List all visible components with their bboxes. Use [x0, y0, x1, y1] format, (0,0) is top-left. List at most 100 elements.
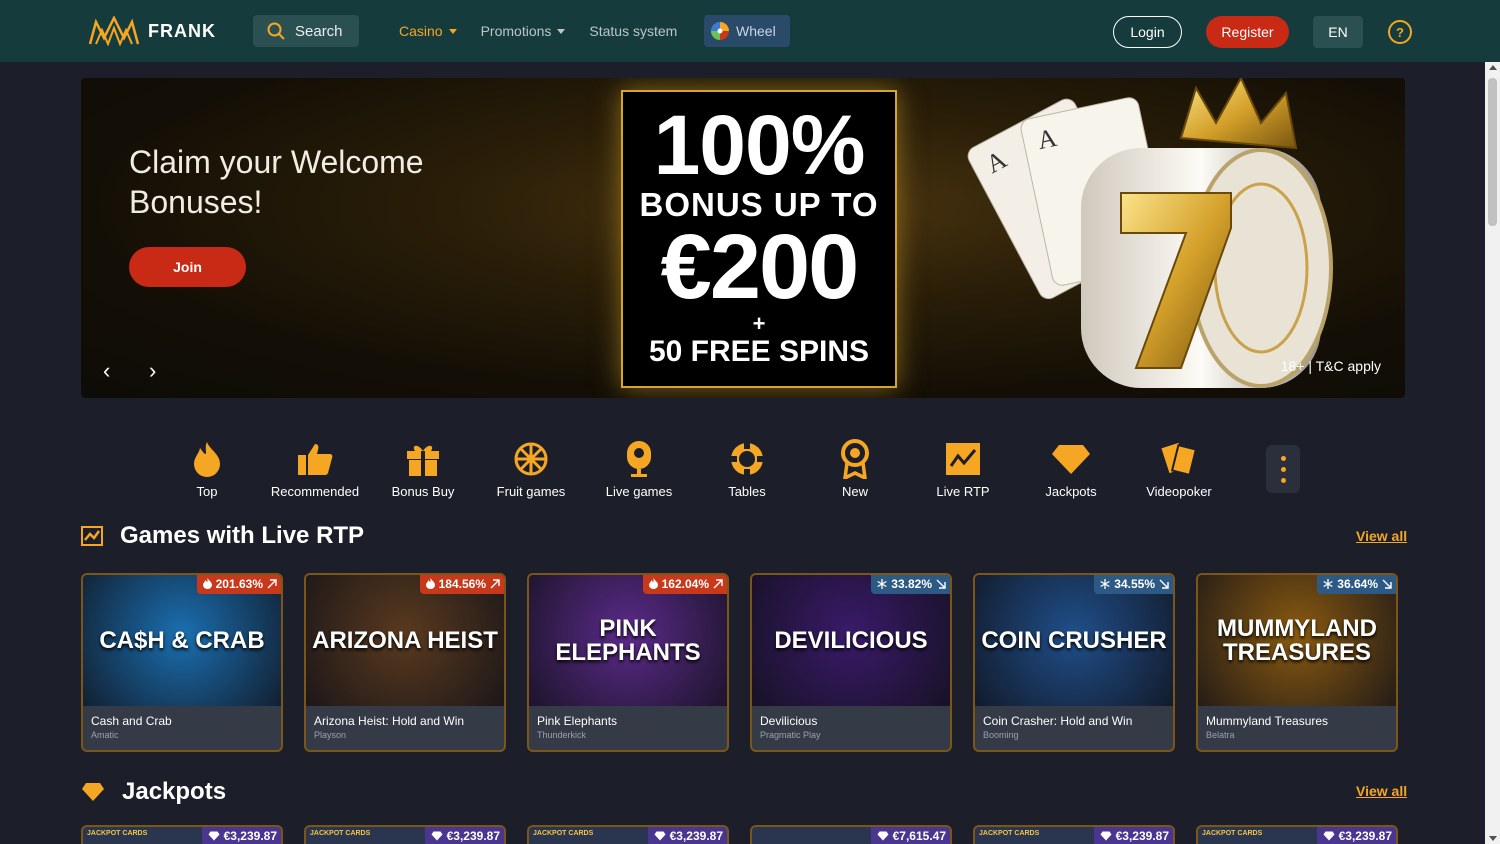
jackpot-card-label: JACKPOT CARDS: [533, 830, 594, 837]
category-bonus-buy[interactable]: Bonus Buy: [369, 438, 477, 499]
jackpot-game-card[interactable]: JACKPOT CARDS €3,239.87: [527, 825, 729, 844]
more-categories-button[interactable]: [1266, 445, 1300, 493]
game-provider: Amatic: [91, 730, 119, 740]
welcome-banner[interactable]: A A Claim your Welcome Bonuses! Join ‹ ›…: [81, 78, 1405, 398]
game-thumbnail[interactable]: MUMMYLAND TREASURES: [1198, 575, 1396, 706]
jackpot-amount-badge: €3,239.87: [1316, 827, 1396, 844]
game-name: Mummyland Treasures: [1206, 714, 1329, 728]
category-live-rtp[interactable]: Live RTP: [909, 438, 1017, 499]
jackpot-game-card[interactable]: JACKPOT CARDS €3,239.87: [1196, 825, 1398, 844]
section-title-text: Jackpots: [122, 778, 227, 805]
game-name: Arizona Heist: Hold and Win: [314, 714, 465, 728]
jackpots-section-title: Jackpots: [81, 778, 226, 806]
game-thumbnail[interactable]: PINK ELEPHANTS: [529, 575, 727, 706]
wheel-icon: [711, 22, 729, 40]
jackpot-amount: €3,239.87: [1115, 828, 1169, 843]
nav-casino-label: Casino: [399, 23, 443, 39]
game-thumbnail[interactable]: ARIZONA HEIST: [306, 575, 504, 706]
page-scrollbar[interactable]: [1485, 62, 1500, 844]
chevron-down-icon: [557, 28, 566, 34]
banner-title: Claim your Welcome Bonuses!: [129, 144, 424, 220]
category-label: Fruit games: [496, 484, 566, 499]
chart-icon: [946, 443, 980, 475]
jackpot-game-card[interactable]: JACKPOT CARDS €3,239.87: [304, 825, 506, 844]
main-nav: Casino Promotions Status system: [399, 0, 701, 62]
jackpot-card-label: JACKPOT CARDS: [979, 830, 1040, 837]
diamond-icon: [1100, 831, 1112, 840]
category-label: Live RTP: [936, 484, 990, 499]
category-label: Top: [196, 484, 218, 499]
gift-icon: [407, 445, 439, 476]
nav-casino[interactable]: Casino: [399, 23, 457, 39]
live-rtp-view-all-link[interactable]: View all: [1356, 528, 1407, 544]
category-top[interactable]: Top: [153, 438, 261, 499]
logo-text: FRANK: [148, 20, 216, 41]
scroll-down-icon[interactable]: [1489, 836, 1497, 841]
jackpot-amount-badge: €3,239.87: [201, 827, 281, 844]
game-provider: Belatra: [1206, 730, 1235, 740]
rtp-value: 201.63%: [215, 576, 263, 591]
game-provider: Playson: [314, 730, 347, 740]
jackpot-card-label: JACKPOT CARDS: [310, 830, 371, 837]
category-fruit-games[interactable]: Fruit games: [477, 438, 585, 499]
category-bar: Top Recommended Bonus Buy Fruit games Li…: [153, 438, 1233, 499]
diamond-icon: [877, 831, 889, 840]
game-card[interactable]: PINK ELEPHANTS Pink Elephants Thunderkick 1…: [527, 573, 729, 752]
trend-up-icon: [713, 578, 723, 588]
game-thumbnail[interactable]: DEVILICIOUS: [752, 575, 950, 706]
rtp-badge: 33.82%: [871, 575, 950, 594]
help-icon[interactable]: ?: [1388, 20, 1412, 44]
diamond-icon: [431, 831, 443, 840]
jackpot-game-card[interactable]: €7,615.47: [750, 825, 952, 844]
game-provider: Booming: [983, 730, 1019, 740]
fire-icon: [194, 442, 220, 477]
frank-logo[interactable]: FRANK: [88, 16, 216, 46]
jackpot-amount-badge: €7,615.47: [870, 827, 950, 844]
banner-prev-icon[interactable]: ‹: [103, 358, 110, 384]
trend-down-icon: [1382, 579, 1392, 589]
game-card[interactable]: CA$H & CRAB Cash and Crab Amatic 201.63%: [81, 573, 283, 752]
game-thumbnail-title: DEVILICIOUS: [774, 626, 928, 654]
rtp-value: 184.56%: [438, 576, 486, 591]
fruit-icon: [514, 442, 548, 476]
dot-icon: [1280, 477, 1286, 483]
game-thumbnail[interactable]: COIN CRUSHER: [975, 575, 1173, 706]
game-card[interactable]: MUMMYLAND TREASURES Mummyland Treasures Be…: [1196, 573, 1398, 752]
jackpots-view-all-link[interactable]: View all: [1356, 783, 1407, 799]
category-tables[interactable]: Tables: [693, 438, 801, 499]
game-card[interactable]: COIN CRUSHER Coin Crasher: Hold and Win Bo…: [973, 573, 1175, 752]
game-card[interactable]: ARIZONA HEIST Arizona Heist: Hold and Win…: [304, 573, 506, 752]
dot-icon: [1280, 455, 1286, 461]
promo-percent: 100%: [653, 98, 866, 192]
category-recommended[interactable]: Recommended: [261, 438, 369, 499]
dot-icon: [1280, 466, 1286, 472]
scroll-thumb[interactable]: [1488, 78, 1497, 226]
jackpot-game-card[interactable]: JACKPOT CARDS €3,239.87: [973, 825, 1175, 844]
login-button[interactable]: Login: [1113, 16, 1182, 48]
jackpot-game-card[interactable]: JACKPOT CARDS €3,239.87: [81, 825, 283, 844]
category-new[interactable]: New: [801, 438, 909, 499]
badge-icon: [841, 439, 869, 479]
join-button[interactable]: Join: [129, 247, 246, 287]
search-button[interactable]: Search: [253, 15, 359, 47]
game-thumbnail[interactable]: CA$H & CRAB: [83, 575, 281, 706]
category-live-games[interactable]: Live games: [585, 438, 693, 499]
game-card[interactable]: DEVILICIOUS Devilicious Pragmatic Play 33.8…: [750, 573, 952, 752]
banner-next-icon[interactable]: ›: [149, 358, 156, 384]
language-selector[interactable]: EN: [1313, 16, 1363, 48]
scroll-up-icon[interactable]: [1489, 65, 1497, 70]
nav-status-system[interactable]: Status system: [589, 23, 677, 39]
game-provider: Pragmatic Play: [760, 730, 821, 740]
live-rtp-section-title: Games with Live RTP: [81, 522, 364, 550]
category-label: Tables: [728, 484, 766, 499]
jackpot-card-label: JACKPOT CARDS: [87, 830, 148, 837]
register-button[interactable]: Register: [1206, 16, 1289, 48]
game-thumbnail-title: PINK ELEPHANTS: [555, 614, 701, 666]
category-jackpots[interactable]: Jackpots: [1017, 438, 1125, 499]
category-videopoker[interactable]: Videopoker: [1125, 438, 1233, 499]
diamond-icon: [208, 831, 220, 840]
wheel-button[interactable]: Wheel: [704, 15, 790, 47]
rtp-value: 162.04%: [661, 576, 709, 591]
nav-promotions[interactable]: Promotions: [481, 23, 566, 39]
promo-free-spins: 50 FREE SPINS: [648, 335, 870, 368]
